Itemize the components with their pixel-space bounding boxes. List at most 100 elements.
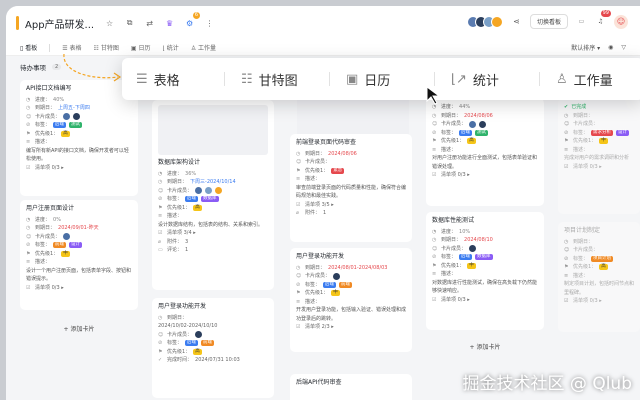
checklist-count: 清单项 2/3 ▸ (305, 324, 334, 330)
float-tab-table[interactable]: ☰ 表格 (136, 70, 224, 89)
sort-select[interactable]: 默认排序 ▾ (571, 43, 600, 52)
checklist-row[interactable]: ☑ 清单项 2/3 ▸ (296, 323, 406, 332)
task-card[interactable]: 前端登录页面代码审查 ◷ 到期日： 2024/08/06 ☺ 卡片成员： ⚑ 优先级1：… (290, 134, 412, 242)
checklist-row[interactable]: ☑ 清单项 3/5 ▸ (296, 201, 406, 210)
task-card[interactable]: ✔ 已完成 ◷ 到期日： ☺ 卡片成员： ⊘ 标签： 需求分析 设计 ⚑ 优先级1：中 ≡ 描述… (558, 98, 640, 214)
float-tab-table-label: 表格 (153, 73, 180, 89)
user-icon: ☺ (158, 331, 164, 338)
user-icon: ☺ (432, 121, 438, 127)
star-icon[interactable]: ☆ (104, 18, 115, 29)
desc-row: ≡ 描述： (432, 270, 538, 279)
field-label: 优先级1： (35, 250, 59, 257)
task-card[interactable]: ◔ 进度： 44% ◷ 到期日： 2024/08/06 ☺ 卡片成员： ⊘ 标签： 后端 测试 … (426, 98, 544, 206)
task-card[interactable]: 数据库架构设计 ◔ 进度： 36% ◷ 到期日： 下周三-2024/10/14 ☺ 卡片成… (152, 100, 274, 290)
add-card-button[interactable]: + 添加卡片 (20, 324, 138, 333)
tags-row: ⊘ 标签： 后端 测试 (432, 129, 538, 138)
date-row: ◷ 到期日： 2024/08/01-2024/08/03 (296, 264, 406, 273)
float-tab-calendar[interactable]: ▣ 日历 (346, 70, 434, 89)
priority-tag: 中 (467, 262, 476, 269)
switch-board-button[interactable]: 切换看板 (529, 14, 568, 29)
tab-board[interactable]: ▯ 看板 (20, 43, 37, 52)
card-title: 用户登录功能开发 (158, 303, 207, 310)
user-avatar[interactable]: ☺ (614, 14, 628, 29)
members-row: ☺ 卡片成员： (296, 158, 406, 167)
checklist-icon: ☑ (432, 172, 437, 178)
tab-calendar[interactable]: ▣ 日历 (131, 43, 151, 52)
filter-icon[interactable]: ▽ (621, 44, 626, 51)
divider (434, 72, 435, 86)
field-label: 卡片成员： (573, 121, 599, 127)
field-label: 卡片成员： (167, 187, 193, 194)
board-title[interactable]: App产品研发... (25, 16, 94, 31)
field-label: 卡片成员： (35, 113, 61, 120)
checklist-row[interactable]: ☑ 清单项 0/3 ▸ (26, 164, 132, 173)
desc-row: ≡ 描述： (296, 298, 406, 307)
checklist-row[interactable]: ☑ 清单项 0/3 ▸ (564, 163, 634, 172)
chat-icon[interactable]: ▭ (576, 16, 587, 27)
checklist-row[interactable]: ☑ 清单项 3/4 ▸ (158, 229, 268, 238)
date-row: ◷ 到期日： (158, 314, 268, 323)
task-card[interactable]: API接口文档编写 ◔ 进度： 40% ◷ 到期日： 上周五-下周四 ☺ 卡片成员： ⊘ 标… (20, 80, 138, 196)
member-avatars[interactable] (466, 15, 503, 28)
task-card[interactable]: 后端API代码审查 (290, 374, 412, 400)
robot-icon[interactable]: ⚙ 6 (184, 11, 201, 29)
more-icon[interactable]: ⋮ (204, 18, 215, 29)
field-label: 到期日： (35, 105, 56, 111)
checklist-row[interactable]: ☑ 清单项 0/3 ▸ (26, 284, 132, 293)
task-card[interactable]: 数据库性能测试 ◔ 进度： 10% ◷ 到期日： 2024/08/10 ☺ 卡片成员： ⊘… (426, 212, 544, 330)
date-row: ◷ 到期日： 2024/08/06 (432, 112, 538, 121)
checklist-row[interactable]: ☑ 清单项 0/3 ▸ (432, 296, 538, 305)
float-tab-workload-label: 工作量 (573, 73, 613, 89)
task-card[interactable]: 用户注册页面设计 ◔ 进度： 0% ◷ 到期日： 2024/09/01-昨天 ☺ 卡片成员… (20, 200, 138, 310)
float-tab-stats[interactable]: ⌊↗ 统计 (451, 70, 539, 89)
tab-workload[interactable]: ♙ 工作量 (191, 43, 216, 52)
floating-view-tabs: ☰ 表格 ☷ 甘特图 ▣ 日历 ⌊↗ 统计 ♙ 工作量 (122, 58, 640, 100)
user-icon: ☺ (432, 245, 438, 252)
float-tab-workload[interactable]: ♙ 工作量 (556, 70, 640, 89)
add-card-button[interactable]: + 添加卡片 (426, 342, 544, 351)
field-label: 描述： (573, 272, 589, 279)
comment-count: 1 (185, 247, 189, 253)
tag: 前端 (201, 340, 215, 347)
list-todo: 待办事项 2 API接口文档编写 ◔ 进度： 40% ◷ 到期日： 上周五-下周四 ☺ 卡… (20, 62, 140, 400)
field-label: 优先级1： (573, 138, 597, 144)
done-time: 2024/07/31 10:03 (195, 357, 240, 363)
watermark: 掘金技术社区 @ Qlub (462, 374, 632, 394)
card-cover (158, 105, 268, 155)
priority-row: ⚑ 优先级1：高 (564, 263, 634, 272)
task-card[interactable]: 用户登录功能开发 ◷ 到期日： 2024/08/01-2024/08/03 ☺ 卡片成… (290, 248, 412, 352)
checklist-row[interactable]: ☑ 清单项 0/3 ▸ (564, 297, 634, 306)
priority-row: ⚑ 优先级1：高 (158, 348, 268, 357)
field-label: 到期日： (305, 150, 326, 157)
field-label: 卡片成员： (305, 159, 331, 165)
tab-stats[interactable]: ⌊ 统计 (162, 43, 178, 52)
right-tools: ⋖ 切换看板 ▭ ♫ 99 ☺ (466, 10, 628, 29)
card-title: 数据库架构设计 (158, 159, 201, 166)
list-done: ✔ 已完成 ◷ 到期日： ☺ 卡片成员： ⊘ 标签： 需求分析 设计 ⚑ 优先级1：中 ≡ 描述… (558, 62, 640, 400)
eye-icon[interactable]: ◉ (608, 44, 613, 51)
progress-icon: ◔ (158, 170, 163, 177)
priority-tag: 高 (599, 264, 608, 271)
priority-tag: 紧急 (331, 167, 345, 174)
checklist-icon: ☑ (26, 164, 31, 171)
bell-icon[interactable]: ♫ 99 (595, 10, 611, 27)
checklist-row[interactable]: ☑ 清单项 0/3 ▸ (432, 171, 538, 180)
field-label: 到期日： (441, 112, 462, 119)
attachments-row: ⌀ 附件： 1 (296, 209, 406, 218)
float-tab-gantt[interactable]: ☷ 甘特图 (241, 70, 329, 89)
task-card[interactable]: 项目计划制定 ◷ 到期日： ☺ 卡片成员： ⊘ 标签： 项目计划 ⚑ 优先级1：高 ≡ 描述… (558, 222, 640, 332)
flag-icon: ⚑ (432, 262, 437, 269)
copy-icon[interactable]: ⧉ (124, 18, 135, 29)
field-label: 到期日： (167, 314, 188, 321)
checklist-icon: ☑ (158, 230, 163, 236)
field-label: 到期日： (573, 112, 594, 119)
field-label: 描述： (167, 213, 183, 219)
share-icon[interactable]: ⋖ (511, 16, 522, 27)
field-label: 到期日： (305, 264, 326, 271)
theme-icon[interactable]: ♛ (164, 18, 175, 29)
status-badge: 已完成 (571, 104, 587, 110)
field-label: 优先级1： (441, 138, 465, 144)
card-title: 后端API代码审查 (296, 379, 342, 386)
task-card[interactable]: 用户登录功能开发 ◷ 到期日： 2024/10/02-2024/10/10 ☺ 卡片… (152, 298, 274, 398)
switch-icon[interactable]: ⇄ (144, 18, 155, 29)
